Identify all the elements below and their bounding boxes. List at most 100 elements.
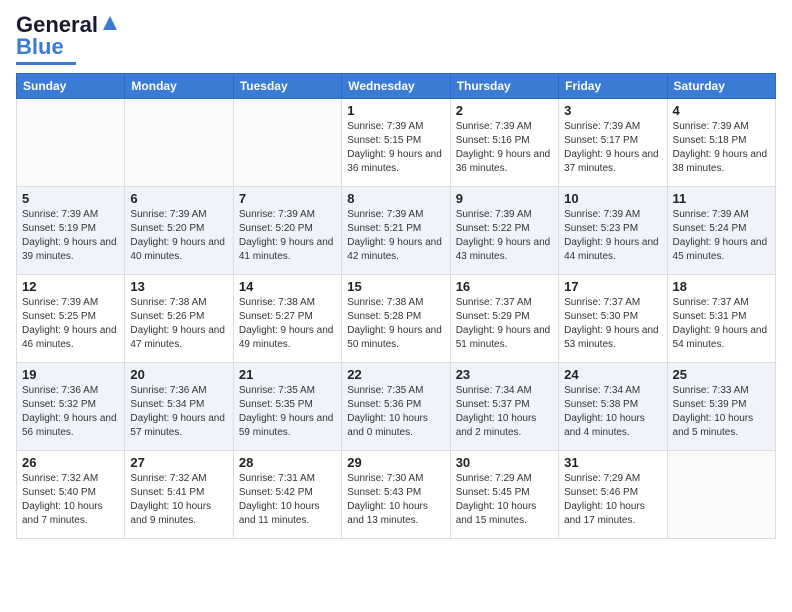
calendar-cell: 5 Sunrise: 7:39 AM Sunset: 5:19 PM Daylig…: [17, 187, 125, 275]
day-info: Sunrise: 7:39 AM Sunset: 5:24 PM Dayligh…: [673, 208, 770, 264]
day-number: 7: [239, 191, 336, 206]
calendar-cell: 26 Sunrise: 7:32 AM Sunset: 5:40 PM Dayli…: [17, 451, 125, 539]
calendar-cell: 14 Sunrise: 7:38 AM Sunset: 5:27 PM Dayli…: [233, 275, 341, 363]
day-info: Sunrise: 7:39 AM Sunset: 5:18 PM Dayligh…: [673, 120, 770, 176]
day-number: 20: [130, 367, 227, 382]
calendar-cell: 17 Sunrise: 7:37 AM Sunset: 5:30 PM Dayli…: [559, 275, 667, 363]
calendar-cell: 31 Sunrise: 7:29 AM Sunset: 5:46 PM Dayli…: [559, 451, 667, 539]
calendar-cell: 6Sunrise: 7:39 AM Sunset: 5:20 PM Daylig…: [125, 187, 233, 275]
day-info: Sunrise: 7:31 AM Sunset: 5:42 PM Dayligh…: [239, 472, 336, 528]
calendar-cell: 20Sunrise: 7:36 AM Sunset: 5:34 PM Dayli…: [125, 363, 233, 451]
calendar-week-4: 19 Sunrise: 7:36 AM Sunset: 5:32 PM Dayli…: [17, 363, 776, 451]
day-number: 23: [456, 367, 553, 382]
calendar-cell: 28 Sunrise: 7:31 AM Sunset: 5:42 PM Dayli…: [233, 451, 341, 539]
day-info: Sunrise: 7:34 AM Sunset: 5:38 PM Dayligh…: [564, 384, 661, 440]
day-info: Sunrise: 7:35 AM Sunset: 5:35 PM Dayligh…: [239, 384, 336, 440]
logo-blue: Blue: [16, 34, 64, 59]
day-number: 27: [130, 455, 227, 470]
day-info: Sunrise: 7:38 AM Sunset: 5:27 PM Dayligh…: [239, 296, 336, 352]
day-number: 11: [673, 191, 770, 206]
calendar-cell: 7 Sunrise: 7:39 AM Sunset: 5:20 PM Daylig…: [233, 187, 341, 275]
day-number: 29: [347, 455, 444, 470]
day-info: Sunrise: 7:39 AM Sunset: 5:23 PM Dayligh…: [564, 208, 661, 264]
day-number: 25: [673, 367, 770, 382]
logo-underline: [16, 62, 76, 65]
day-number: 16: [456, 279, 553, 294]
day-number: 22: [347, 367, 444, 382]
day-info: Sunrise: 7:39 AM Sunset: 5:25 PM Dayligh…: [22, 296, 119, 352]
calendar-week-3: 12 Sunrise: 7:39 AM Sunset: 5:25 PM Dayli…: [17, 275, 776, 363]
day-number: 3: [564, 103, 661, 118]
day-info: Sunrise: 7:36 AM Sunset: 5:32 PM Dayligh…: [22, 384, 119, 440]
calendar-cell: [125, 99, 233, 187]
day-number: 10: [564, 191, 661, 206]
day-number: 12: [22, 279, 119, 294]
day-number: 13: [130, 279, 227, 294]
day-number: 15: [347, 279, 444, 294]
col-header-saturday: Saturday: [667, 74, 775, 99]
calendar-cell: 22Sunrise: 7:35 AM Sunset: 5:36 PM Dayli…: [342, 363, 450, 451]
calendar-cell: 18 Sunrise: 7:37 AM Sunset: 5:31 PM Dayli…: [667, 275, 775, 363]
day-info: Sunrise: 7:38 AM Sunset: 5:28 PM Dayligh…: [347, 296, 444, 352]
day-info: Sunrise: 7:39 AM Sunset: 5:20 PM Dayligh…: [239, 208, 336, 264]
calendar-header-row: SundayMondayTuesdayWednesdayThursdayFrid…: [17, 74, 776, 99]
day-info: Sunrise: 7:37 AM Sunset: 5:29 PM Dayligh…: [456, 296, 553, 352]
col-header-tuesday: Tuesday: [233, 74, 341, 99]
day-number: 2: [456, 103, 553, 118]
day-number: 31: [564, 455, 661, 470]
day-number: 8: [347, 191, 444, 206]
day-info: Sunrise: 7:39 AM Sunset: 5:19 PM Dayligh…: [22, 208, 119, 264]
day-number: 9: [456, 191, 553, 206]
col-header-monday: Monday: [125, 74, 233, 99]
day-info: Sunrise: 7:29 AM Sunset: 5:46 PM Dayligh…: [564, 472, 661, 528]
calendar-cell: 3 Sunrise: 7:39 AM Sunset: 5:17 PM Daylig…: [559, 99, 667, 187]
day-info: Sunrise: 7:39 AM Sunset: 5:21 PM Dayligh…: [347, 208, 444, 264]
day-info: Sunrise: 7:39 AM Sunset: 5:20 PM Dayligh…: [130, 208, 227, 264]
calendar-cell: 10 Sunrise: 7:39 AM Sunset: 5:23 PM Dayli…: [559, 187, 667, 275]
logo: General Blue: [16, 12, 121, 65]
day-info: Sunrise: 7:29 AM Sunset: 5:45 PM Dayligh…: [456, 472, 553, 528]
col-header-friday: Friday: [559, 74, 667, 99]
day-number: 19: [22, 367, 119, 382]
calendar-cell: 25 Sunrise: 7:33 AM Sunset: 5:39 PM Dayli…: [667, 363, 775, 451]
header: General Blue: [16, 12, 776, 65]
day-info: Sunrise: 7:38 AM Sunset: 5:26 PM Dayligh…: [130, 296, 227, 352]
page: General Blue SundayMondayTuesdayWednesda…: [0, 0, 792, 612]
day-info: Sunrise: 7:33 AM Sunset: 5:39 PM Dayligh…: [673, 384, 770, 440]
day-info: Sunrise: 7:39 AM Sunset: 5:17 PM Dayligh…: [564, 120, 661, 176]
day-number: 5: [22, 191, 119, 206]
col-header-wednesday: Wednesday: [342, 74, 450, 99]
day-number: 26: [22, 455, 119, 470]
calendar-cell: 12 Sunrise: 7:39 AM Sunset: 5:25 PM Dayli…: [17, 275, 125, 363]
calendar-week-5: 26 Sunrise: 7:32 AM Sunset: 5:40 PM Dayli…: [17, 451, 776, 539]
day-info: Sunrise: 7:37 AM Sunset: 5:30 PM Dayligh…: [564, 296, 661, 352]
day-number: 14: [239, 279, 336, 294]
day-info: Sunrise: 7:39 AM Sunset: 5:22 PM Dayligh…: [456, 208, 553, 264]
calendar-cell: 27 Sunrise: 7:32 AM Sunset: 5:41 PM Dayli…: [125, 451, 233, 539]
calendar-cell: [233, 99, 341, 187]
day-info: Sunrise: 7:34 AM Sunset: 5:37 PM Dayligh…: [456, 384, 553, 440]
calendar-cell: [17, 99, 125, 187]
calendar-cell: 24Sunrise: 7:34 AM Sunset: 5:38 PM Dayli…: [559, 363, 667, 451]
day-number: 17: [564, 279, 661, 294]
day-info: Sunrise: 7:39 AM Sunset: 5:16 PM Dayligh…: [456, 120, 553, 176]
day-info: Sunrise: 7:37 AM Sunset: 5:31 PM Dayligh…: [673, 296, 770, 352]
calendar-cell: 19 Sunrise: 7:36 AM Sunset: 5:32 PM Dayli…: [17, 363, 125, 451]
day-number: 28: [239, 455, 336, 470]
col-header-thursday: Thursday: [450, 74, 558, 99]
day-number: 18: [673, 279, 770, 294]
calendar: SundayMondayTuesdayWednesdayThursdayFrid…: [16, 73, 776, 539]
calendar-cell: [667, 451, 775, 539]
day-number: 4: [673, 103, 770, 118]
day-info: Sunrise: 7:32 AM Sunset: 5:41 PM Dayligh…: [130, 472, 227, 528]
calendar-cell: 8 Sunrise: 7:39 AM Sunset: 5:21 PM Daylig…: [342, 187, 450, 275]
day-number: 1: [347, 103, 444, 118]
calendar-cell: 1Sunrise: 7:39 AM Sunset: 5:15 PM Daylig…: [342, 99, 450, 187]
calendar-cell: 4 Sunrise: 7:39 AM Sunset: 5:18 PM Daylig…: [667, 99, 775, 187]
calendar-cell: 13 Sunrise: 7:38 AM Sunset: 5:26 PM Dayli…: [125, 275, 233, 363]
calendar-cell: 16 Sunrise: 7:37 AM Sunset: 5:29 PM Dayli…: [450, 275, 558, 363]
calendar-cell: 15 Sunrise: 7:38 AM Sunset: 5:28 PM Dayli…: [342, 275, 450, 363]
day-info: Sunrise: 7:32 AM Sunset: 5:40 PM Dayligh…: [22, 472, 119, 528]
calendar-cell: 9 Sunrise: 7:39 AM Sunset: 5:22 PM Daylig…: [450, 187, 558, 275]
calendar-cell: 21Sunrise: 7:35 AM Sunset: 5:35 PM Dayli…: [233, 363, 341, 451]
